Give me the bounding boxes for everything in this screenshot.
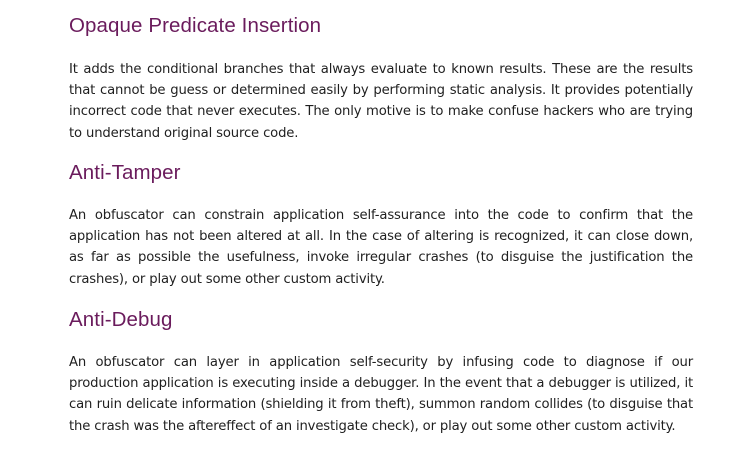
section-heading: Anti-Debug	[69, 308, 173, 331]
section-paragraph: It adds the conditional branches that al…	[69, 62, 693, 141]
section-heading: Opaque Predicate Insertion	[69, 14, 322, 37]
section-paragraph: An obfuscator can layer in application s…	[69, 355, 693, 434]
section-heading: Anti-Tamper	[69, 161, 181, 184]
section-paragraph: An obfuscator can constrain application …	[69, 208, 693, 287]
